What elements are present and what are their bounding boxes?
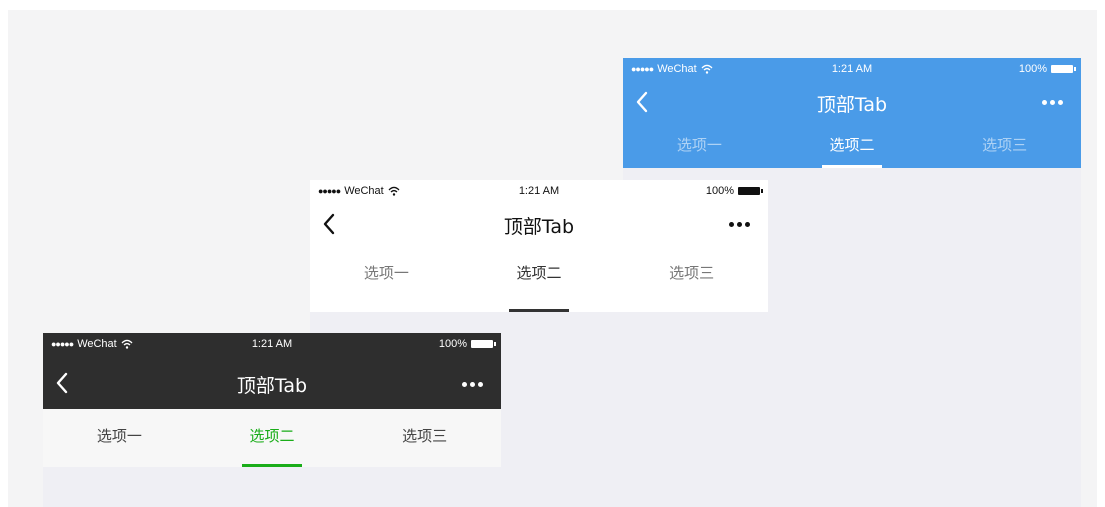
tab-option-3[interactable]: 选项三 xyxy=(348,409,501,467)
tab-label: 选项二 xyxy=(829,136,875,154)
tab-option-2[interactable]: 选项二 xyxy=(463,244,616,312)
tab-bar: 选项一 选项二 选项三 xyxy=(43,409,501,467)
tab-label: 选项一 xyxy=(96,427,142,445)
page-title: 顶部Tab xyxy=(816,94,888,116)
status-time: 1:21 AM xyxy=(831,63,873,75)
tab-label: 选项三 xyxy=(402,427,448,445)
tab-label: 选项一 xyxy=(363,264,409,282)
more-dots-icon[interactable] xyxy=(729,222,750,227)
tab-label: 选项一 xyxy=(676,136,722,154)
status-right: 100% xyxy=(1018,63,1076,75)
battery-percent: 100% xyxy=(705,185,734,197)
active-tab-indicator xyxy=(509,309,569,312)
tab-label: 选项三 xyxy=(982,136,1028,154)
tab-label: 选项三 xyxy=(669,264,715,282)
tab-bar: 选项一 选项二 选项三 xyxy=(623,122,1081,168)
tab-label: 选项二 xyxy=(249,427,295,445)
tab-option-2[interactable]: 选项二 xyxy=(196,409,349,467)
status-time: 1:21 AM xyxy=(251,338,293,350)
nav-bar: 顶部Tab xyxy=(623,82,1081,122)
status-right: 100% xyxy=(705,185,763,197)
tab-option-3[interactable]: 选项三 xyxy=(928,122,1081,168)
more-dots-icon[interactable] xyxy=(1042,100,1063,105)
page-title: 顶部Tab xyxy=(503,216,575,238)
tab-option-1[interactable]: 选项一 xyxy=(43,409,196,467)
tab-label: 选项二 xyxy=(516,264,562,282)
status-bar: ●●●●● WeChat 1:21 AM 100% xyxy=(43,333,501,357)
status-right: 100% xyxy=(438,338,496,350)
battery-icon xyxy=(738,187,763,195)
page-title: 顶部Tab xyxy=(236,375,308,397)
tab-option-3[interactable]: 选项三 xyxy=(615,244,768,312)
nav-bar: 顶部Tab xyxy=(310,204,768,244)
active-tab-indicator xyxy=(822,165,882,168)
tab-option-1[interactable]: 选项一 xyxy=(310,244,463,312)
tab-option-1[interactable]: 选项一 xyxy=(623,122,776,168)
status-time: 1:21 AM xyxy=(518,185,560,197)
tab-option-2[interactable]: 选项二 xyxy=(776,122,929,168)
tab-bar: 选项一 选项二 选项三 xyxy=(310,244,768,312)
battery-icon xyxy=(471,340,496,348)
active-tab-indicator xyxy=(242,464,302,467)
battery-icon xyxy=(1051,65,1076,73)
status-bar: ●●●●● WeChat 1:21 AM 100% xyxy=(310,180,768,204)
nav-bar: 顶部Tab xyxy=(43,357,501,409)
status-bar: ●●●●● WeChat 1:21 AM 100% xyxy=(623,58,1081,82)
battery-percent: 100% xyxy=(1018,63,1047,75)
more-dots-icon[interactable] xyxy=(462,382,483,387)
phone-screen-dark: ●●●●● WeChat 1:21 AM 100% 顶部Tab 选项一 选项二 xyxy=(43,333,501,507)
battery-percent: 100% xyxy=(438,338,467,350)
